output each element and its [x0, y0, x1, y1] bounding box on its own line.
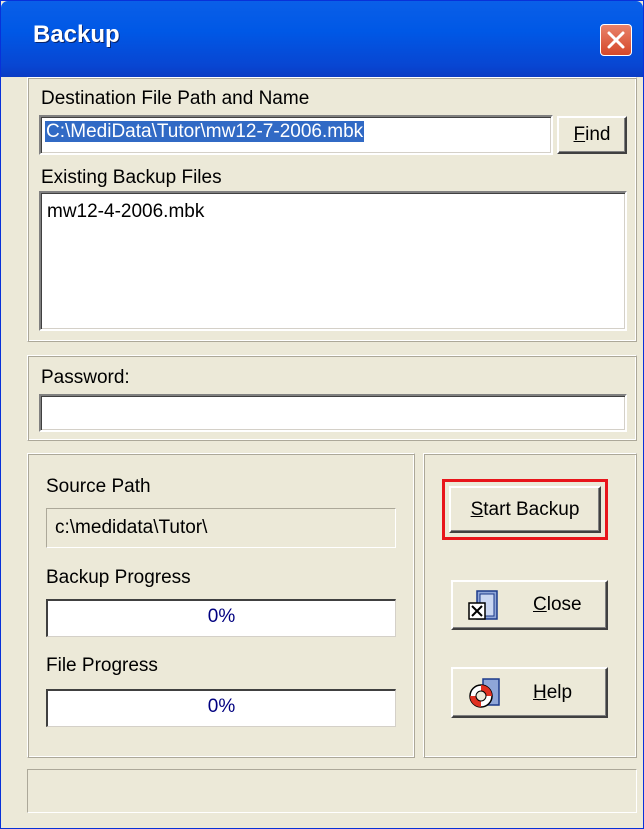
file-progress-text: 0% [207, 696, 236, 717]
lifebuoy-icon [469, 677, 500, 708]
source-path-label: Source Path [46, 476, 151, 497]
backup-dialog: Backup Destination File Path and Name C:… [0, 0, 644, 829]
source-path-value: c:\medidata\Tutor\ [55, 517, 208, 538]
file-progress-label: File Progress [46, 655, 158, 676]
password-input[interactable] [39, 394, 627, 432]
destination-path-input[interactable]: C:\MediData\Tutor\mw12-7-2006.mbk [39, 115, 553, 155]
existing-files-label: Existing Backup Files [41, 167, 222, 188]
start-backup-button[interactable]: Start Backup [449, 486, 601, 533]
source-path-field: c:\medidata\Tutor\ [46, 508, 396, 548]
backup-progress-bar: 0% [46, 599, 396, 637]
close-label: Close [533, 594, 582, 615]
close-door-icon [468, 590, 498, 620]
file-progress-bar: 0% [46, 689, 396, 727]
window-close-button[interactable] [600, 24, 632, 56]
help-label: Help [533, 681, 573, 703]
start-backup-label: Start Backup [470, 498, 580, 520]
list-item[interactable]: mw12-4-2006.mbk [47, 201, 619, 223]
destination-path-text: C:\MediData\Tutor\mw12-7-2006.mbk [45, 121, 365, 142]
backup-progress-text: 0% [207, 606, 236, 627]
help-button[interactable]: Help [451, 667, 608, 718]
password-label: Password: [41, 367, 130, 388]
title-bar[interactable]: Backup [1, 1, 643, 77]
existing-files-list[interactable]: mw12-4-2006.mbk [39, 191, 627, 331]
find-label: Find [573, 124, 611, 145]
close-button[interactable]: Close [451, 580, 608, 630]
find-button[interactable]: Find [557, 116, 627, 154]
backup-progress-label: Backup Progress [46, 567, 191, 588]
status-bar [27, 769, 637, 813]
destination-label: Destination File Path and Name [41, 88, 310, 109]
close-icon [607, 31, 625, 49]
window-title: Backup [33, 21, 120, 48]
